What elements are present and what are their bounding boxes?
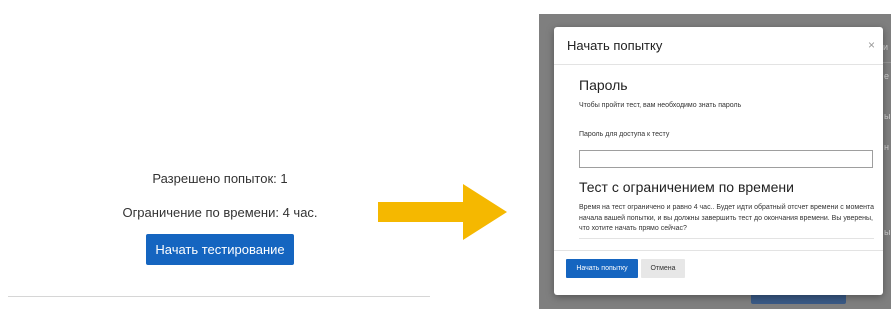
section-divider — [579, 238, 874, 239]
password-section-title: Пароль — [579, 77, 628, 93]
time-limit-section-title: Тест с ограничением по времени — [579, 179, 794, 195]
arrow-right-icon — [378, 184, 507, 240]
divider — [8, 296, 430, 297]
modal-screenshot: и е ы н ы Начать попытку × Пароль Чтобы … — [539, 14, 891, 309]
start-attempt-button[interactable]: Начать попытку — [566, 259, 638, 278]
modal-title: Начать попытку — [567, 38, 663, 53]
cancel-button[interactable]: Отмена — [641, 259, 685, 278]
modal-footer-divider — [554, 250, 883, 251]
password-section-description: Чтобы пройти тест, вам необходимо знать … — [579, 102, 742, 109]
attempts-allowed-text: Разрешено попыток: 1 — [152, 171, 288, 186]
password-field-label: Пароль для доступа к тесту — [579, 131, 670, 138]
time-limit-section-description: Время на тест ограничено и равно 4 час..… — [579, 204, 874, 232]
modal-header: Начать попытку × — [554, 27, 883, 65]
quiz-info-panel: Разрешено попыток: 1 Ограничение по врем… — [0, 0, 440, 309]
close-icon[interactable]: × — [868, 38, 875, 52]
start-test-button[interactable]: Начать тестирование — [146, 234, 294, 265]
start-attempt-modal: Начать попытку × Пароль Чтобы пройти тес… — [554, 27, 883, 295]
time-limit-text: Ограничение по времени: 4 час. — [122, 205, 318, 220]
password-input[interactable] — [579, 150, 873, 168]
